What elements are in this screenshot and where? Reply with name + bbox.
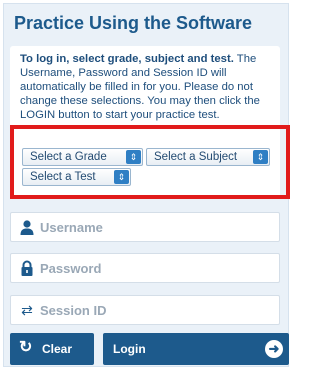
password-placeholder: Password <box>40 261 102 276</box>
login-button[interactable]: Login ➜ <box>103 333 289 365</box>
arrow-right-circle-icon: ➜ <box>265 340 283 358</box>
instructions-bold: To log in, select grade, subject and tes… <box>20 53 234 65</box>
page-title: Practice Using the Software <box>14 13 253 33</box>
clear-button[interactable]: ↻ Clear <box>10 333 94 365</box>
lock-icon <box>19 260 35 276</box>
swap-arrows-icon: ⇄ <box>21 302 33 318</box>
password-field[interactable]: Password <box>10 253 280 283</box>
refresh-icon: ↻ <box>19 339 33 356</box>
clear-button-label: Clear <box>42 342 73 356</box>
instructions-text: To log in, select grade, subject and tes… <box>20 52 282 122</box>
selection-highlight-box <box>10 125 290 199</box>
session-id-placeholder: Session ID <box>40 303 107 318</box>
username-field[interactable]: Username <box>10 212 280 242</box>
login-button-label: Login <box>113 342 146 356</box>
username-placeholder: Username <box>40 220 103 235</box>
session-id-field[interactable]: ⇄ Session ID <box>10 295 280 325</box>
instructions-last: your practice test. <box>130 109 220 121</box>
user-icon <box>19 219 35 235</box>
